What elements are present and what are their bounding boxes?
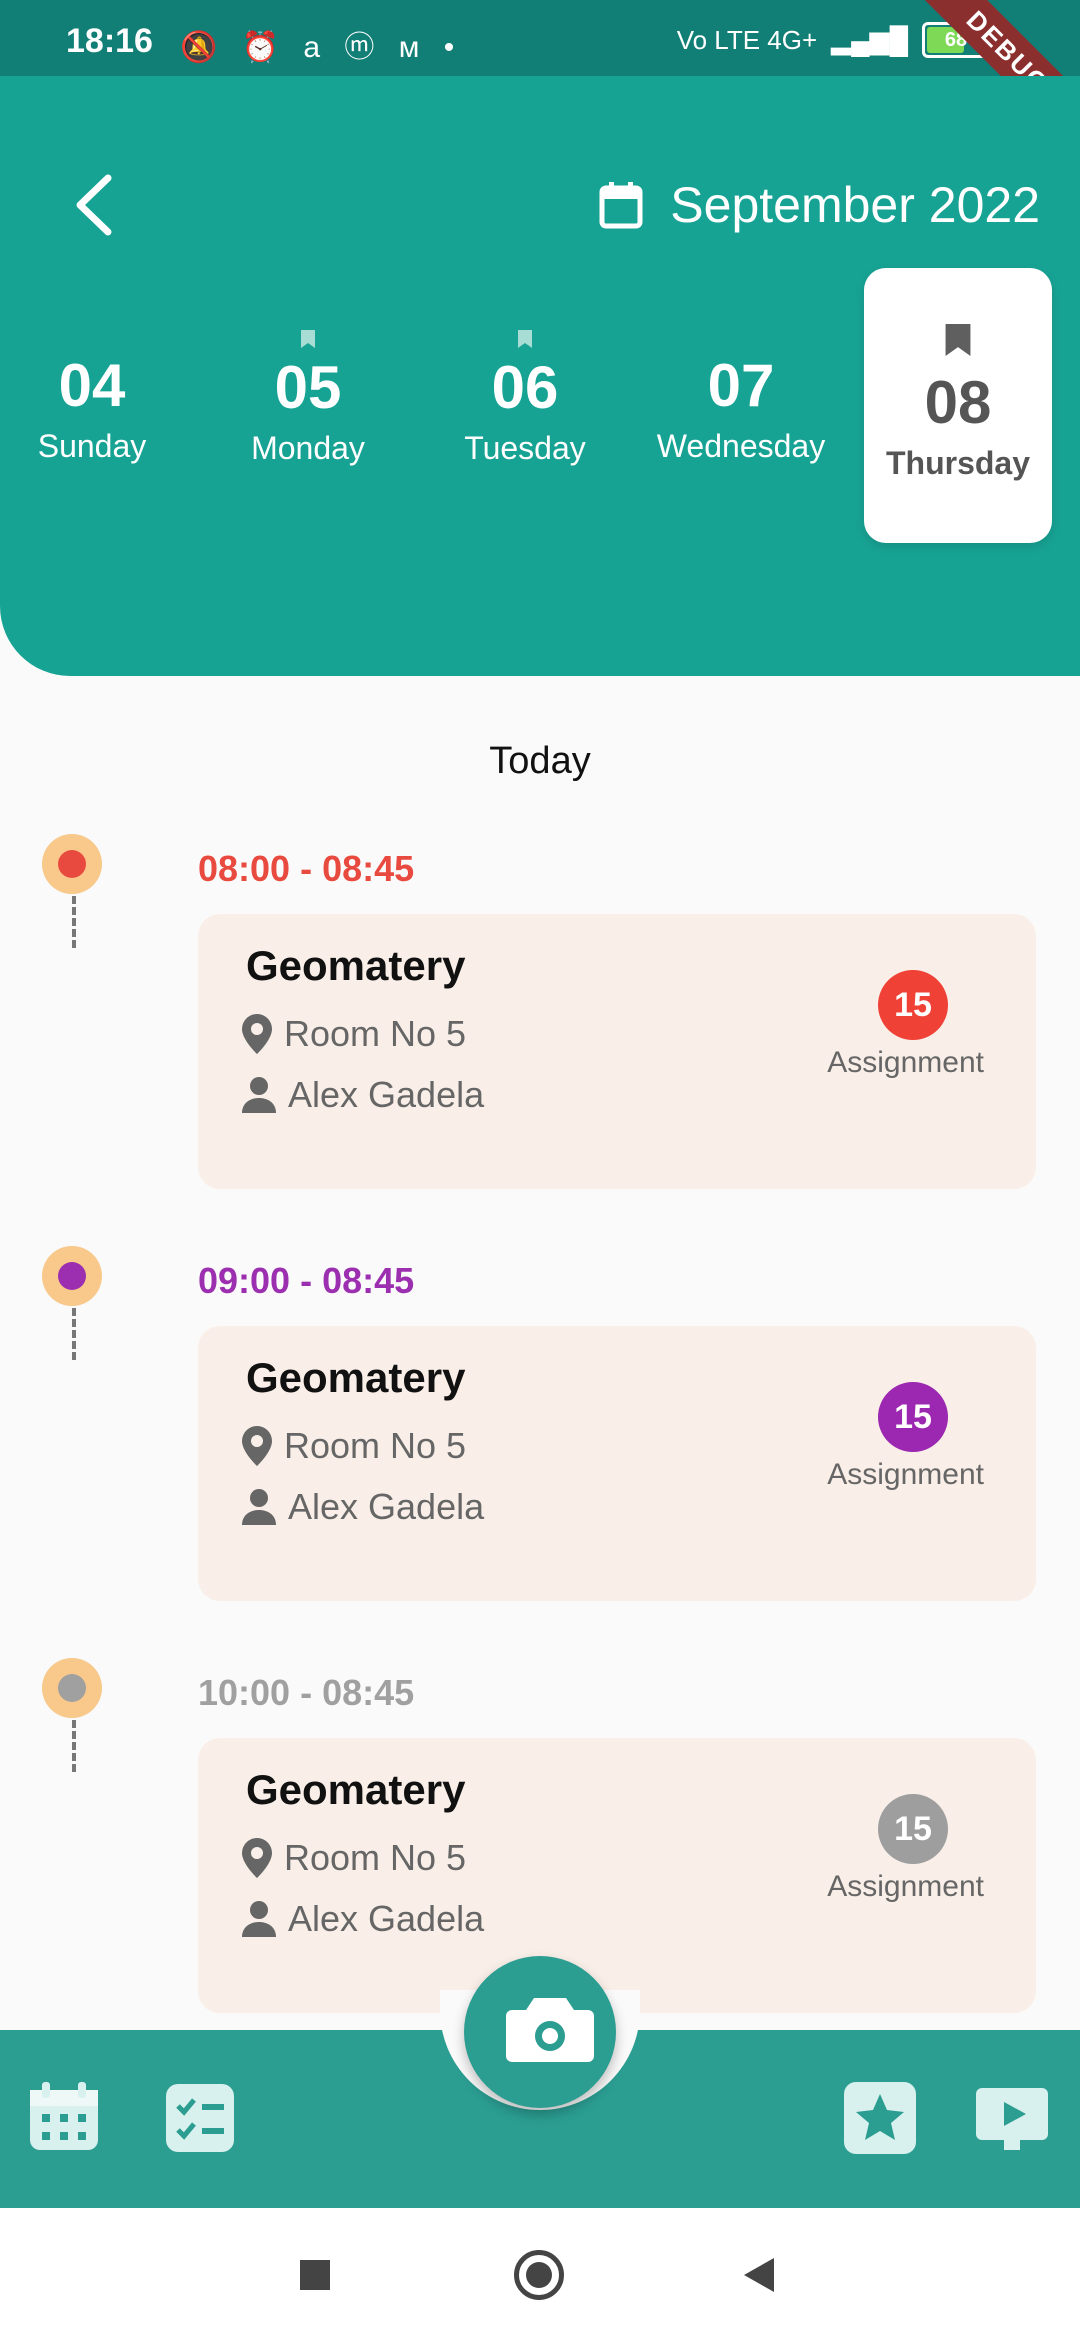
- lesson-card[interactable]: Geomatery Room No 5 Alex Gadela 15 Assig…: [198, 1738, 1036, 2013]
- bookmark-icon: [864, 324, 1052, 361]
- lesson-time: 08:00 - 08:45: [198, 848, 415, 889]
- calendar-icon: [599, 182, 643, 229]
- schedule-icon: [30, 2082, 98, 2150]
- timeline-dash: [72, 1720, 80, 1772]
- video-icon: [976, 2088, 1048, 2150]
- day-wednesday[interactable]: 07 Wednesday: [641, 352, 841, 465]
- teacher-label: Alex Gadela: [288, 1074, 485, 1115]
- assignment-count-badge[interactable]: 15: [878, 1794, 948, 1864]
- month-selector[interactable]: September 2022: [598, 170, 1040, 240]
- person-icon: [242, 1077, 276, 1113]
- location-icon: [242, 1014, 272, 1054]
- status-bar: 18:16 🔕 ⏰ a ⓜ ᴍ • Vo LTE 4G+ ▂▄▆█ 68 DEB…: [0, 0, 1080, 153]
- day-number: 07: [707, 352, 775, 419]
- video-nav-button[interactable]: [974, 2080, 1050, 2156]
- day-monday[interactable]: 05 Monday: [208, 330, 408, 467]
- day-number: 05: [274, 354, 342, 421]
- bookmark-icon: [301, 330, 315, 348]
- tasks-nav-button[interactable]: [162, 2080, 238, 2156]
- lesson-room: Room No 5: [240, 1012, 466, 1056]
- system-nav-bar: [0, 2208, 1080, 2340]
- timeline-dash: [72, 896, 80, 948]
- day-sunday[interactable]: 04 Sunday: [0, 352, 192, 465]
- lesson-teacher: Alex Gadela: [240, 1898, 484, 1940]
- notification-icons: 🔕 ⏰ a ⓜ ᴍ •: [180, 31, 463, 64]
- timeline-dot: [42, 1246, 102, 1306]
- recents-button[interactable]: [300, 2260, 330, 2290]
- camera-icon: [506, 1998, 594, 2062]
- day-number: 06: [491, 354, 559, 421]
- timeline-dot: [42, 834, 102, 894]
- lesson-card[interactable]: Geomatery Room No 5 Alex Gadela 15 Assig…: [198, 1326, 1036, 1601]
- lesson-room: Room No 5: [240, 1836, 466, 1880]
- day-name: Tuesday: [464, 430, 586, 466]
- day-number: 08: [924, 369, 992, 436]
- lesson-title: Geomatery: [246, 1354, 466, 1401]
- month-label: September 2022: [670, 177, 1040, 233]
- schedule-nav-button[interactable]: [26, 2080, 102, 2156]
- lesson-room: Room No 5: [240, 1424, 466, 1468]
- teacher-label: Alex Gadela: [288, 1898, 485, 1939]
- assignment-label: Assignment: [827, 1458, 984, 1491]
- timeline-dash: [72, 1308, 80, 1360]
- signal-icon: ▂▄▆█: [831, 24, 908, 55]
- day-name: Wednesday: [656, 428, 826, 464]
- status-time: 18:16: [66, 22, 153, 60]
- camera-button[interactable]: [464, 1956, 616, 2108]
- lesson-title: Geomatery: [246, 1766, 466, 1813]
- person-icon: [242, 1901, 276, 1937]
- lesson-teacher: Alex Gadela: [240, 1074, 484, 1116]
- checklist-icon: [166, 2084, 234, 2152]
- status-right: Vo LTE 4G+ ▂▄▆█ 68: [677, 22, 990, 58]
- favorites-nav-button[interactable]: [842, 2080, 918, 2156]
- bookmark-icon: [518, 330, 532, 348]
- lesson-teacher: Alex Gadela: [240, 1486, 484, 1528]
- lesson-card[interactable]: Geomatery Room No 5 Alex Gadela 15 Assig…: [198, 914, 1036, 1189]
- assignment-label: Assignment: [827, 1046, 984, 1079]
- home-button[interactable]: [514, 2250, 564, 2300]
- back-nav-icon[interactable]: [742, 2256, 776, 2294]
- assignment-label: Assignment: [827, 1870, 984, 1903]
- room-label: Room No 5: [284, 1013, 467, 1054]
- day-thursday-selected[interactable]: 08 Thursday: [864, 268, 1052, 543]
- lesson-time: 09:00 - 08:45: [198, 1260, 415, 1301]
- assignment-count-badge[interactable]: 15: [878, 1382, 948, 1452]
- today-heading: Today: [489, 740, 591, 782]
- lesson-time: 10:00 - 08:45: [198, 1672, 415, 1713]
- person-icon: [242, 1489, 276, 1525]
- back-button[interactable]: [70, 170, 120, 240]
- room-label: Room No 5: [284, 1837, 467, 1878]
- location-icon: [242, 1426, 272, 1466]
- day-name: Sunday: [37, 428, 147, 464]
- day-name: Thursday: [885, 445, 1031, 481]
- timeline-dot: [42, 1658, 102, 1718]
- day-name: Monday: [251, 430, 365, 466]
- day-number: 04: [58, 352, 126, 419]
- teacher-label: Alex Gadela: [288, 1486, 485, 1527]
- back-icon: [76, 174, 112, 236]
- network-label: Vo LTE 4G+: [676, 24, 818, 55]
- assignment-count-badge[interactable]: 15: [878, 970, 948, 1040]
- day-tuesday[interactable]: 06 Tuesday: [425, 330, 625, 467]
- location-icon: [242, 1838, 272, 1878]
- star-icon: [844, 2082, 916, 2154]
- room-label: Room No 5: [284, 1425, 467, 1466]
- lesson-title: Geomatery: [246, 942, 466, 989]
